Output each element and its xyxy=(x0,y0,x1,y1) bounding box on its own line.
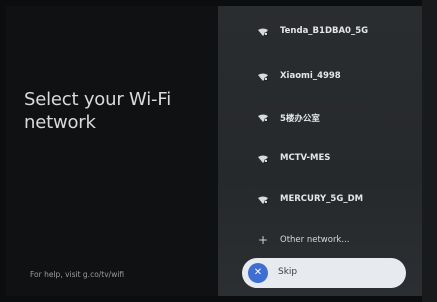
page-title: Select your Wi-Fi network xyxy=(24,89,171,133)
help-text: For help, visit g.co/tv/wifi xyxy=(30,270,125,279)
wifi-locked-icon xyxy=(258,155,268,163)
network-name: Tenda_B1DBA0_5G xyxy=(280,26,369,36)
skip-label: Skip xyxy=(278,267,298,277)
left-pane: Select your Wi-Fi network For help, visi… xyxy=(6,6,218,296)
other-network-label: Other network... xyxy=(280,235,350,245)
network-item[interactable]: Xiaomi_4998 xyxy=(218,67,422,87)
network-item[interactable]: MERCURY_5G_DM xyxy=(218,190,422,210)
wifi-locked-icon xyxy=(258,28,268,36)
skip-button[interactable]: ✕ Skip xyxy=(242,258,406,288)
tv-screen: Select your Wi-Fi network For help, visi… xyxy=(6,6,422,296)
network-item[interactable]: MCTV-MES xyxy=(218,149,422,169)
wifi-locked-icon xyxy=(258,73,268,81)
screen-edge xyxy=(422,0,437,302)
network-name: MERCURY_5G_DM xyxy=(280,194,364,204)
wifi-locked-icon xyxy=(258,196,268,204)
close-icon: ✕ xyxy=(248,263,268,283)
network-list-pane: Tenda_B1DBA0_5G Xiaomi_4998 5楼办公室 MCTV-M… xyxy=(218,6,422,296)
network-name: Xiaomi_4998 xyxy=(280,71,341,81)
network-name: MCTV-MES xyxy=(280,153,331,163)
wifi-locked-icon xyxy=(258,114,268,122)
network-item[interactable]: Tenda_B1DBA0_5G xyxy=(218,22,422,42)
other-network-item[interactable]: + Other network... xyxy=(218,231,422,251)
network-item[interactable]: 5楼办公室 xyxy=(218,108,422,128)
plus-icon: + xyxy=(258,233,269,247)
network-name: 5楼办公室 xyxy=(280,114,320,124)
